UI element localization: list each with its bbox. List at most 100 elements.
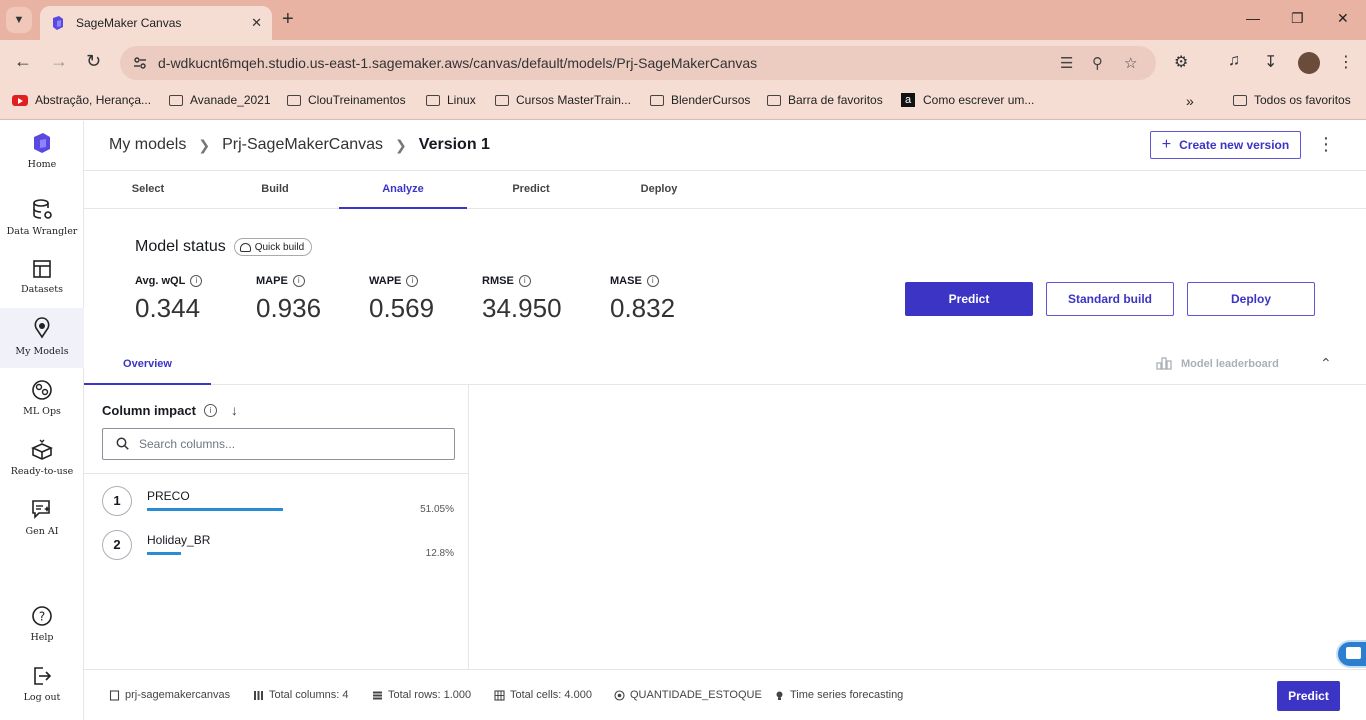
footer-predict-button[interactable]: Predict <box>1277 681 1340 711</box>
tab-predict[interactable]: Predict <box>467 171 595 209</box>
analysis-tabs: Overview Model leaderboard ⌃ <box>84 344 1366 385</box>
metric-value: 0.344 <box>135 293 201 323</box>
info-icon[interactable]: i <box>203 403 217 417</box>
info-icon[interactable]: i <box>406 275 419 287</box>
close-tab-icon[interactable]: ✕ <box>251 15 262 31</box>
bookmark-item[interactable]: Abstração, Herança... <box>12 93 151 107</box>
info-icon[interactable]: i <box>646 275 659 287</box>
metric-mape: MAPE i 0.936 <box>256 275 322 323</box>
quick-build-badge: Quick build <box>233 238 313 256</box>
folder-icon <box>287 94 301 106</box>
menu-icon[interactable]: ⋮ <box>1338 52 1354 72</box>
create-new-version-button[interactable]: + Create new version <box>1150 131 1301 159</box>
sidebar-item-ml-ops[interactable]: ML Ops <box>0 372 84 432</box>
tab-build[interactable]: Build <box>211 171 339 209</box>
bookmark-item[interactable]: Avanade_2021 <box>169 93 271 107</box>
minimize-icon[interactable]: — <box>1246 10 1260 26</box>
breadcrumb-project[interactable]: Prj-SageMakerCanvas <box>222 136 383 154</box>
footer-model-type: Time series forecasting <box>774 689 903 701</box>
column-impact-row[interactable]: 2 Holiday_BR 12.8% <box>102 528 457 562</box>
url-input[interactable]: d-wdkucnt6mqeh.studio.us-east-1.sagemake… <box>120 46 1156 80</box>
bookmarks-bar: Abstração, Herança... Avanade_2021 ClouT… <box>0 86 1366 120</box>
profile-avatar[interactable] <box>1298 52 1320 74</box>
lightbulb-icon <box>776 691 783 700</box>
tab-overview[interactable]: Overview <box>84 344 211 385</box>
footer-project: prj-sagemakercanvas <box>109 689 230 701</box>
log-out-icon <box>34 667 52 685</box>
bookmark-item[interactable]: BlenderCursos <box>650 93 750 107</box>
workflow-tabs: Select Build Analyze Predict Deploy <box>84 171 1366 209</box>
browser-tab[interactable]: SageMaker Canvas ✕ <box>40 6 272 40</box>
info-icon[interactable]: i <box>190 275 203 287</box>
footer-columns: Total columns: 4 <box>253 689 348 701</box>
columns-icon <box>254 690 263 700</box>
url-text: d-wdkucnt6mqeh.studio.us-east-1.sagemake… <box>158 55 758 71</box>
metric-value: 0.936 <box>256 293 322 323</box>
sidebar-item-datasets[interactable]: Datasets <box>0 252 84 312</box>
bookmark-item[interactable]: a Como escrever um... <box>901 93 1034 107</box>
info-icon[interactable]: i <box>292 275 305 287</box>
rank-badge: 1 <box>102 486 132 516</box>
model-status-heading: Model status Quick build <box>135 238 313 256</box>
sidebar-item-help[interactable]: ? Help <box>0 598 84 658</box>
amazon-icon: a <box>901 93 915 107</box>
rank-badge: 2 <box>102 530 132 560</box>
impact-bar <box>147 552 181 555</box>
more-bookmarks-icon[interactable]: » <box>1186 93 1194 109</box>
feedback-chat-button[interactable] <box>1336 640 1366 668</box>
sidebar-item-my-models[interactable]: My Models <box>0 308 84 368</box>
file-icon <box>109 689 120 701</box>
model-leaderboard-link[interactable]: Model leaderboard <box>1156 357 1279 370</box>
extensions-icon[interactable]: ⚙ <box>1174 52 1188 72</box>
column-name: Holiday_BR <box>147 533 211 547</box>
deploy-button[interactable]: Deploy <box>1187 282 1315 316</box>
bookmark-star-icon[interactable]: ☆ <box>1124 54 1137 72</box>
chevron-right-icon: ❯ <box>395 136 407 153</box>
sidebar-item-data-wrangler[interactable]: Data Wrangler <box>0 192 84 252</box>
close-window-icon[interactable]: ✕ <box>1337 10 1349 27</box>
footer-target: QUANTIDADE_ESTOQUE <box>614 689 762 701</box>
chevron-right-icon: ❯ <box>198 136 211 153</box>
status-footer: prj-sagemakercanvas Total columns: 4 Tot… <box>84 669 1366 720</box>
folder-icon <box>1233 94 1247 106</box>
my-models-icon <box>34 317 50 339</box>
tab-deploy[interactable]: Deploy <box>595 171 723 209</box>
target-icon <box>614 689 625 701</box>
standard-build-button[interactable]: Standard build <box>1046 282 1174 316</box>
folder-icon <box>169 94 183 106</box>
more-options-icon[interactable]: ⋮ <box>1317 134 1335 155</box>
sort-down-arrow-icon[interactable]: ↓ <box>231 402 238 418</box>
predict-button[interactable]: Predict <box>905 282 1033 316</box>
all-bookmarks[interactable]: Todos os favoritos <box>1233 93 1351 107</box>
bookmark-item[interactable]: Linux <box>426 93 476 107</box>
bookmark-item[interactable]: Cursos MasterTrain... <box>495 93 631 107</box>
downloads-icon[interactable]: ↧ <box>1264 52 1277 72</box>
sidebar-item-log-out[interactable]: Log out <box>0 658 84 718</box>
collapse-icon[interactable]: ⌃ <box>1320 355 1332 372</box>
restore-icon[interactable]: ❐ <box>1291 10 1304 27</box>
forward-icon[interactable]: → <box>50 51 68 72</box>
media-control-icon[interactable]: ♫ <box>1228 52 1240 70</box>
breadcrumb-my-models[interactable]: My models <box>109 136 186 154</box>
tab-analyze[interactable]: Analyze <box>339 171 467 209</box>
column-impact-row[interactable]: 1 PRECO 51.05% <box>102 484 457 518</box>
tab-search-icon[interactable]: ▼ <box>6 7 32 33</box>
sidebar-item-ready-to-use[interactable]: Ready-to-use <box>0 432 84 492</box>
search-columns-input[interactable]: Search columns... <box>102 428 455 460</box>
back-icon[interactable]: ← <box>14 51 32 72</box>
bookmark-item[interactable]: ClouTreinamentos <box>287 93 406 107</box>
metric-value: 34.950 <box>482 293 562 323</box>
new-tab-icon[interactable]: + <box>282 9 294 29</box>
info-icon[interactable]: i <box>518 275 531 287</box>
leaderboard-icon <box>1156 357 1172 370</box>
tab-select[interactable]: Select <box>84 171 212 209</box>
translate-icon[interactable]: ☰ <box>1060 54 1073 72</box>
reload-icon[interactable]: ↻ <box>86 51 101 72</box>
bookmark-item[interactable]: Barra de favoritos <box>767 93 883 107</box>
help-icon: ? <box>32 606 52 626</box>
sidebar-item-home[interactable]: Home <box>0 125 84 185</box>
metric-avg-wql: Avg. wQL i 0.344 <box>135 275 203 324</box>
zoom-icon[interactable]: ⚲ <box>1092 54 1103 72</box>
sidebar-item-gen-ai[interactable]: Gen AI <box>0 492 84 552</box>
site-settings-icon <box>134 57 146 69</box>
